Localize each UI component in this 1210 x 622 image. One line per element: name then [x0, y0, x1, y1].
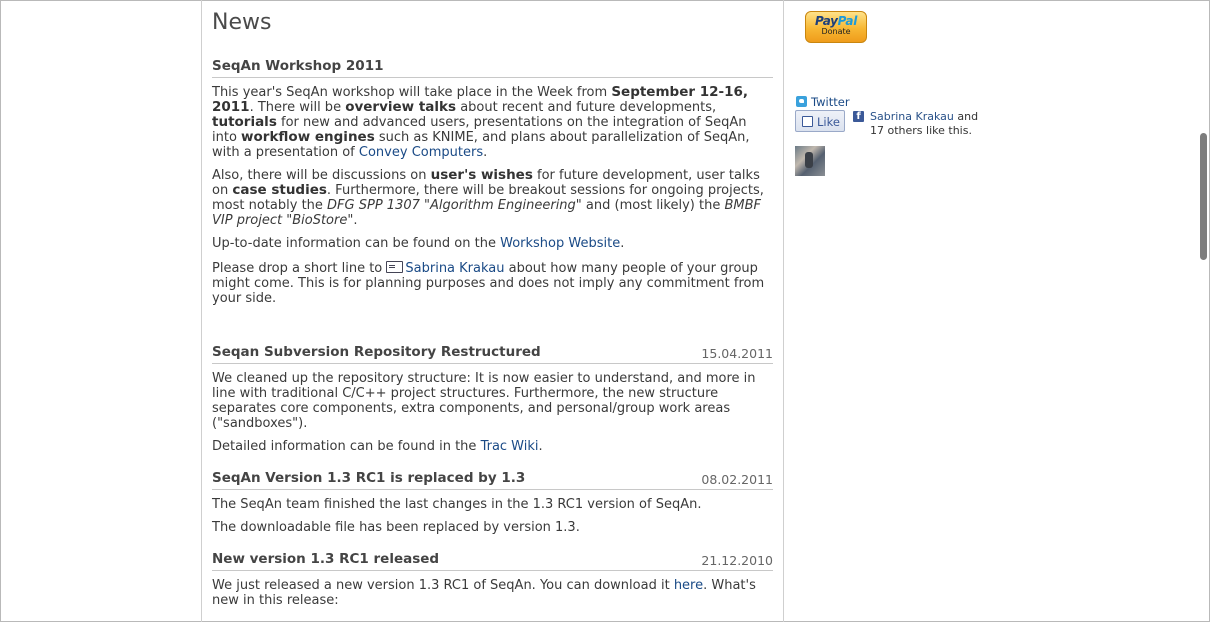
download-here-link[interactable]: here — [674, 578, 703, 593]
news-item-header: SeqAn Version 1.3 RC1 is replaced by 1.3… — [212, 470, 773, 490]
workshop-paragraph-4: Please drop a short line to Sabrina Krak… — [212, 261, 765, 306]
news-item-title: Seqan Subversion Repository Restructured — [212, 344, 541, 360]
facebook-person-link[interactable]: Sabrina Krakau — [870, 110, 954, 123]
content-left-border — [201, 0, 202, 622]
facebook-likes-text: Sabrina Krakau and 17 others like this. — [870, 110, 979, 137]
like-label: Like — [817, 115, 840, 129]
convey-computers-link[interactable]: Convey Computers — [359, 145, 483, 160]
facebook-like-button[interactable]: Like — [795, 110, 845, 132]
news-item-title: SeqAn Version 1.3 RC1 is replaced by 1.3 — [212, 470, 526, 486]
sabrina-krakau-email-link[interactable]: Sabrina Krakau — [405, 261, 504, 276]
workshop-title: SeqAn Workshop 2011 — [212, 58, 384, 74]
twitter-link[interactable]: Twitter — [811, 95, 850, 109]
news-item-paragraph: We cleaned up the repository structure: … — [212, 371, 756, 431]
workshop-website-link[interactable]: Workshop Website — [500, 236, 620, 251]
trac-wiki-link[interactable]: Trac Wiki — [481, 439, 539, 454]
workshop-header: SeqAn Workshop 2011 — [212, 58, 773, 78]
news-item-date: 15.04.2011 — [701, 346, 773, 361]
workshop-paragraph-1: This year's SeqAn workshop will take pla… — [212, 84, 750, 161]
twitter-icon — [796, 96, 807, 107]
news-item-paragraph: We just released a new version 1.3 RC1 o… — [212, 578, 756, 608]
facebook-icon: f — [853, 111, 864, 122]
news-item-paragraph: Detailed information can be found in the… — [212, 439, 543, 454]
facebook-friend-avatar[interactable] — [795, 146, 825, 176]
thumbs-up-icon — [802, 116, 813, 127]
paypal-logo: PayPal — [814, 14, 858, 28]
news-item-date: 21.12.2010 — [701, 553, 773, 568]
news-item-title: New version 1.3 RC1 released — [212, 551, 440, 567]
sidebar-divider — [783, 0, 784, 622]
news-item-date: 08.02.2011 — [701, 472, 773, 487]
news-item-header: New version 1.3 RC1 released 21.12.2010 — [212, 551, 773, 571]
news-item-paragraph: The downloadable file has been replaced … — [212, 520, 580, 535]
donate-label: Donate — [821, 27, 851, 36]
email-icon — [386, 261, 404, 273]
news-item-paragraph: The SeqAn team finished the last changes… — [212, 497, 702, 512]
workshop-paragraph-3: Up-to-date information can be found on t… — [212, 236, 625, 251]
scrollbar-thumb[interactable] — [1200, 133, 1207, 260]
page-title: News — [212, 10, 272, 35]
news-item-header: Seqan Subversion Repository Restructured… — [212, 344, 773, 364]
paypal-donate-button[interactable]: PayPal Donate — [805, 11, 867, 43]
workshop-paragraph-2: Also, there will be discussions on user'… — [212, 167, 764, 229]
